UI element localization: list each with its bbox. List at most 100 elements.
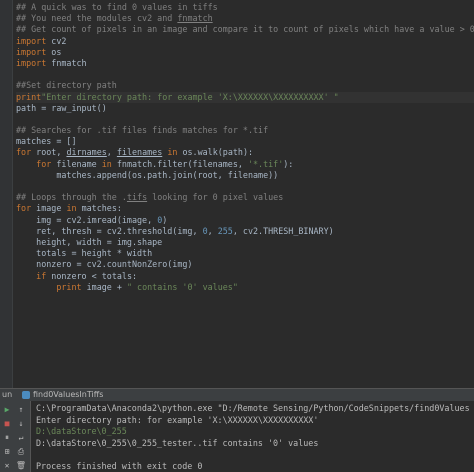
code-line[interactable]: path = raw_input() <box>16 103 474 114</box>
code-area[interactable]: ## A quick was to find 0 values in tiffs… <box>16 2 474 293</box>
run-tool-window-header: un find0ValuesInTiffs <box>0 388 474 401</box>
pin-icon[interactable]: ⊞ <box>2 447 12 457</box>
run-config-tab[interactable]: find0ValuesInTiffs <box>22 389 103 401</box>
code-token: matches = [] <box>16 136 77 147</box>
code-line[interactable]: matches.append(os.path.join(root, filena… <box>16 170 474 181</box>
code-token: , <box>106 147 117 158</box>
code-line[interactable]: nonzero = cv2.countNonZero(img) <box>16 259 474 270</box>
code-token: looking for 0 pixel values <box>147 192 284 203</box>
code-token: path = raw_input() <box>16 102 107 113</box>
close-icon[interactable]: ✕ <box>2 461 12 471</box>
code-token: filenames <box>116 147 163 158</box>
code-line[interactable]: height, width = img.shape <box>16 237 474 248</box>
code-token: ## Loops through the . <box>16 192 127 203</box>
code-token: dirnames <box>66 147 107 158</box>
code-line[interactable]: if nonzero < totals: <box>16 271 474 282</box>
code-line[interactable] <box>16 69 474 80</box>
print-icon[interactable]: ⎙ <box>16 447 26 457</box>
code-line[interactable] <box>16 114 474 125</box>
code-token: fnmatch <box>46 57 87 68</box>
code-token: "Enter directory path: for example 'X:\X… <box>41 91 339 102</box>
rerun-icon[interactable]: ▶ <box>2 405 12 415</box>
code-line[interactable]: matches = [] <box>16 136 474 147</box>
code-token: ## You need the modules cv2 and <box>16 13 178 24</box>
code-line[interactable]: totals = height * width <box>16 248 474 259</box>
code-line[interactable]: print"Enter directory path: for example … <box>16 91 474 103</box>
code-line[interactable]: ## A quick was to find 0 values in tiffs <box>16 2 474 13</box>
code-token: img = cv2.imread(image, <box>16 214 158 225</box>
code-token: image <box>31 203 67 214</box>
scroll-down-icon[interactable]: ↓ <box>16 419 26 429</box>
code-token: ##Set directory path <box>16 80 117 91</box>
code-line[interactable]: for filename in fnmatch.filter(filenames… <box>16 159 474 170</box>
console-line: Process finished with exit code 0 <box>36 460 203 471</box>
code-token: for <box>16 203 32 214</box>
trash-icon[interactable]: 🗑 <box>16 461 26 471</box>
code-token: for <box>16 147 32 158</box>
code-token: in <box>101 158 112 169</box>
code-token: in <box>66 203 77 214</box>
code-token: print <box>56 281 82 292</box>
code-token: '*.tif' <box>247 158 284 169</box>
code-line[interactable]: import os <box>16 47 474 58</box>
code-token: matches: <box>76 203 122 214</box>
code-token: ret, thresh = cv2.threshold(img, <box>16 225 203 236</box>
code-line[interactable]: ## Searches for .tif files finds matches… <box>16 125 474 136</box>
code-token: ## Get count of pixels in an image and c… <box>16 24 474 35</box>
code-token: , <box>207 225 218 236</box>
editor-gutter <box>0 0 13 388</box>
code-token: import <box>16 35 47 46</box>
code-line[interactable]: import fnmatch <box>16 58 474 69</box>
code-token: cv2 <box>46 35 67 46</box>
code-token: nonzero < totals: <box>46 270 138 281</box>
run-panel-label: un <box>2 390 13 399</box>
code-token: os <box>46 46 62 57</box>
code-token: ) <box>162 214 168 225</box>
code-line[interactable]: ## Loops through the .tifs looking for 0… <box>16 192 474 203</box>
code-line[interactable]: ## Get count of pixels in an image and c… <box>16 24 474 35</box>
code-token: matches.append(os.path.join(root, filena… <box>16 169 279 180</box>
code-token: ## Searches for .tif files finds matches… <box>16 125 269 136</box>
console-toolbar: ▶ ↑ ■ ↓ ⏸ ↵ ⊞ ⎙ ✕ 🗑 <box>0 401 31 472</box>
code-token: if <box>36 270 47 281</box>
console-line: Enter directory path: for example 'X:\XX… <box>36 414 319 425</box>
code-line[interactable]: ret, thresh = cv2.threshold(img, 0, 255,… <box>16 226 474 237</box>
code-token: image + <box>81 281 127 292</box>
console-line: D:\dataStore\0_255 <box>36 426 127 436</box>
console-line: C:\ProgramData\Anaconda2\python.exe "D:/… <box>36 403 470 413</box>
code-token: import <box>16 46 47 57</box>
code-line[interactable]: ## You need the modules cv2 and fnmatch <box>16 13 474 24</box>
code-token: print <box>16 91 42 102</box>
console-line: D:\dataStore\0_255\0_255_tester..tif con… <box>36 437 319 448</box>
code-token: height, width = img.shape <box>16 236 163 247</box>
code-token: os.walk(path): <box>177 147 254 158</box>
code-token: for <box>36 158 52 169</box>
code-token: in <box>167 147 178 158</box>
code-token: ## A quick was to find 0 values in tiffs <box>16 2 218 12</box>
code-line[interactable]: img = cv2.imread(image, 0) <box>16 215 474 226</box>
soft-wrap-icon[interactable]: ↵ <box>16 433 26 443</box>
code-editor[interactable]: ## A quick was to find 0 values in tiffs… <box>0 0 474 388</box>
pause-icon[interactable]: ⏸ <box>2 433 12 443</box>
code-token: tifs <box>126 192 148 203</box>
code-line[interactable]: ##Set directory path <box>16 80 474 91</box>
code-line[interactable]: print image + " contains '0' values" <box>16 282 474 293</box>
code-token: filename <box>51 158 102 169</box>
code-line[interactable]: for image in matches: <box>16 203 474 214</box>
console-output: C:\ProgramData\Anaconda2\python.exe "D:/… <box>36 403 470 472</box>
code-line[interactable] <box>16 181 474 192</box>
stop-icon[interactable]: ■ <box>2 419 12 429</box>
code-token: , cv2.THRESH_BINARY) <box>232 225 334 236</box>
code-token: 255 <box>217 225 233 236</box>
code-token: root, <box>31 147 67 158</box>
code-token: fnmatch.filter(filenames, <box>111 158 248 169</box>
code-token: ): <box>283 158 294 169</box>
scroll-up-icon[interactable]: ↑ <box>16 405 26 415</box>
run-config-name: find0ValuesInTiffs <box>33 390 104 399</box>
run-console[interactable]: ▶ ↑ ■ ↓ ⏸ ↵ ⊞ ⎙ ✕ 🗑 C:\ProgramData\Anaco… <box>0 401 474 472</box>
code-line[interactable]: import cv2 <box>16 36 474 47</box>
code-line[interactable]: for root, dirnames, filenames in os.walk… <box>16 147 474 158</box>
